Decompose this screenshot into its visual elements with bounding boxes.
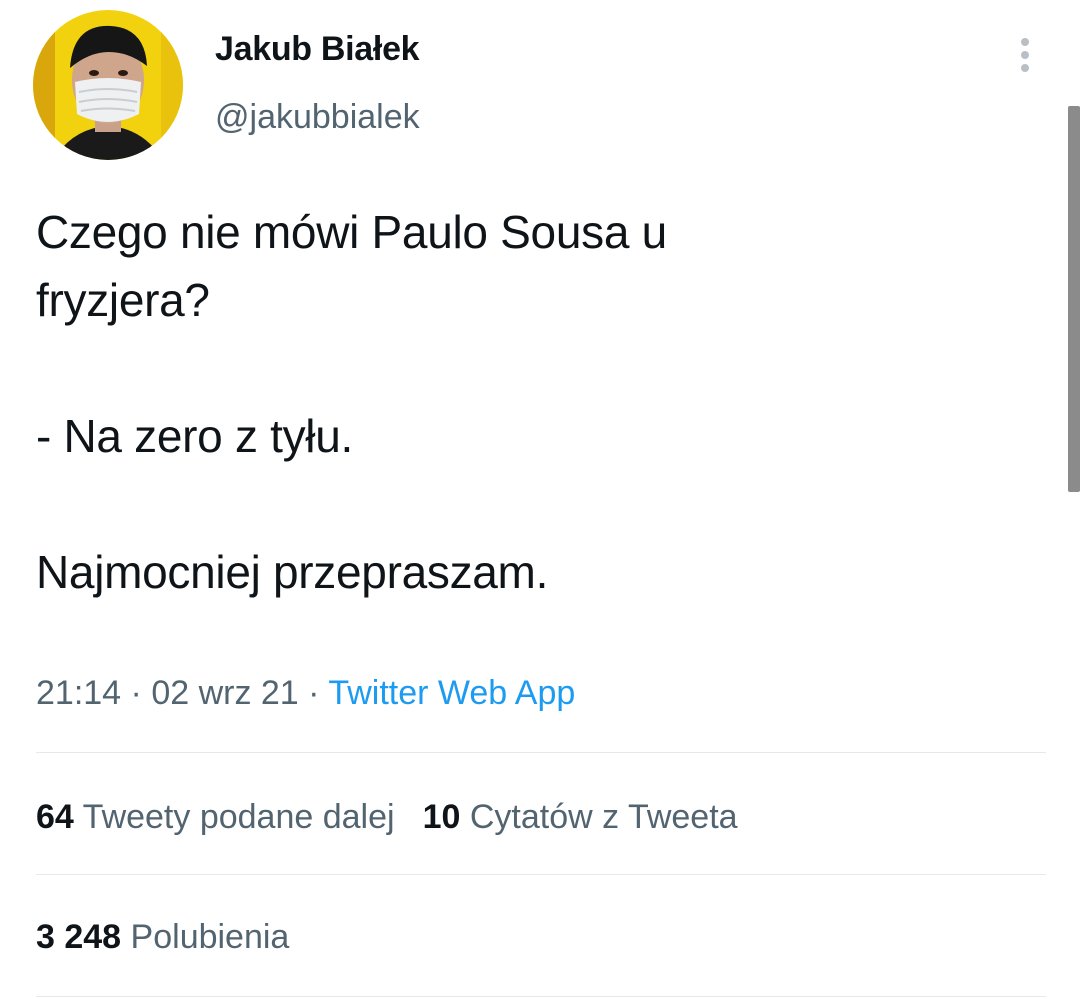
quotes-stat[interactable]: 10 Cytatów z Tweeta [423, 798, 738, 837]
meta-separator: · [298, 674, 329, 712]
tweet-text: Czego nie mówi Paulo Sousa u fryzjera? -… [36, 206, 667, 598]
likes-stat[interactable]: 3 248 Polubienia [36, 918, 289, 957]
avatar[interactable] [33, 10, 183, 160]
quotes-label: Cytatów z Tweeta [469, 798, 738, 836]
author-display-name[interactable]: Jakub Białek [215, 30, 420, 69]
tweet-source-link[interactable]: Twitter Web App [328, 674, 575, 712]
likes-label: Polubienia [130, 918, 290, 956]
divider [36, 996, 1046, 997]
divider [36, 874, 1046, 875]
meta-separator: · [121, 674, 152, 712]
retweets-count: 64 [36, 798, 74, 836]
scrollbar[interactable] [1068, 106, 1080, 492]
retweets-stat[interactable]: 64 Tweety podane dalej [36, 798, 395, 837]
author-handle[interactable]: @jakubbialek [215, 98, 420, 137]
likes-count: 3 248 [36, 918, 122, 956]
likes-stats-row: 3 248 Polubienia [36, 918, 317, 957]
more-vertical-icon[interactable] [1010, 30, 1040, 80]
avatar-image [33, 10, 183, 160]
tweet-metadata: 21:14 · 02 wrz 21 · Twitter Web App [36, 674, 575, 713]
retweets-label: Tweety podane dalej [82, 798, 395, 836]
tweet-time[interactable]: 21:14 [36, 674, 121, 712]
engagement-stats-row: 64 Tweety podane dalej 10 Cytatów z Tweet… [36, 798, 766, 837]
tweet-date[interactable]: 02 wrz 21 [151, 674, 298, 712]
quotes-count: 10 [422, 798, 461, 836]
divider [36, 752, 1046, 753]
